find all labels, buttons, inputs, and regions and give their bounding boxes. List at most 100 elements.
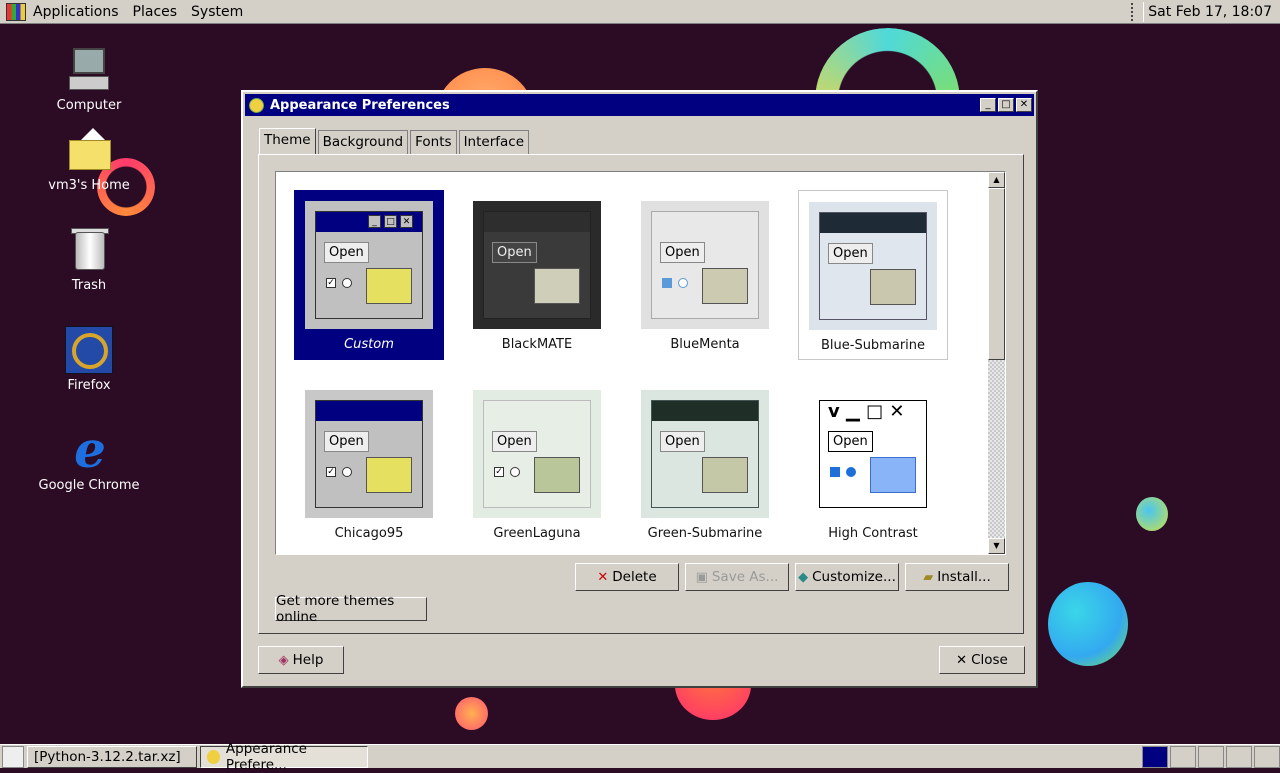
install-button[interactable]: ▰ Install... <box>905 563 1009 591</box>
workspace-4[interactable] <box>1226 745 1252 768</box>
close-window-button[interactable]: ✕ <box>1016 98 1032 112</box>
clock[interactable]: Sat Feb 17, 18:07 <box>1143 1 1280 22</box>
theme-preview: Open ✓ <box>305 390 433 518</box>
save-icon: ▣ <box>695 569 708 585</box>
window-titlebar[interactable]: Appearance Preferences _ □ ✕ <box>245 94 1034 116</box>
taskbar-item-appearance[interactable]: Appearance Prefere... <box>200 741 368 773</box>
panel-separator <box>1131 2 1137 21</box>
menu-places[interactable]: Places <box>126 4 185 20</box>
help-label: Help <box>292 652 324 668</box>
desktop-icon-label: Trash <box>71 278 107 293</box>
delete-label: Delete <box>612 569 657 585</box>
desktop-icon-label: vm3's Home <box>48 178 130 193</box>
tab-background[interactable]: Background <box>317 130 409 154</box>
applications-menu-icon[interactable] <box>6 2 26 21</box>
close-button[interactable]: ✕ Close <box>939 646 1025 674</box>
appearance-icon <box>207 749 220 764</box>
theme-name: BlackMATE <box>501 337 573 352</box>
theme-item-blue-submarine[interactable]: Open Blue-Submarine <box>798 190 948 360</box>
desktop-icon-computer[interactable]: Computer <box>29 46 149 113</box>
help-book-icon: ◈ <box>278 652 289 668</box>
theme-preview: Open <box>641 390 769 518</box>
theme-item-high-contrast[interactable]: v ▁ □ ✕ Open High Contrast <box>798 379 948 549</box>
wallpaper-blue-circle <box>1048 582 1128 666</box>
preview-open-label: Open <box>660 431 705 452</box>
theme-item-custom[interactable]: _ □ ✕ Open ✓ Custom <box>294 190 444 360</box>
theme-item-bluementa[interactable]: Open BlueMenta <box>630 190 780 360</box>
preview-open-label: Open <box>828 243 873 264</box>
theme-preview: Open <box>641 201 769 329</box>
theme-item-chicago95[interactable]: Open ✓ Chicago95 <box>294 379 444 549</box>
theme-name: Chicago95 <box>334 526 404 541</box>
theme-item-greenlaguna[interactable]: Open ✓ GreenLaguna <box>462 379 612 549</box>
tab-fonts[interactable]: Fonts <box>410 130 457 154</box>
scroll-thumb[interactable] <box>988 188 1005 360</box>
theme-preview: _ □ ✕ Open ✓ <box>305 201 433 329</box>
theme-name: Blue-Submarine <box>820 338 926 353</box>
customize-icon: ◆ <box>798 569 809 585</box>
appearance-preferences-window: Appearance Preferences _ □ ✕ Theme Backg… <box>241 90 1038 688</box>
preview-open-label: Open <box>492 242 537 263</box>
scroll-down-button[interactable]: ▼ <box>988 538 1005 554</box>
tab-bar: Theme Background Fonts Interface <box>259 128 531 154</box>
theme-grid: _ □ ✕ Open ✓ Custom Open BlackMATE Open … <box>275 171 1006 555</box>
save-as-label: Save As... <box>711 569 779 585</box>
theme-item-blackmate[interactable]: Open BlackMATE <box>462 190 612 360</box>
workspace-1[interactable] <box>1142 745 1168 768</box>
scroll-up-button[interactable]: ▲ <box>988 172 1005 188</box>
get-more-themes-button[interactable]: Get more themes online <box>275 593 427 625</box>
theme-panel: _ □ ✕ Open ✓ Custom Open BlackMATE Open … <box>258 154 1024 634</box>
close-label: Close <box>971 652 1008 668</box>
workspace-5[interactable] <box>1254 745 1280 768</box>
desktop-icon-chrome[interactable]: e Google Chrome <box>29 425 149 494</box>
theme-preview: Open <box>809 202 937 330</box>
folder-open-icon: ▰ <box>923 569 934 585</box>
preview-open-label: Open <box>828 431 873 452</box>
install-label: Install... <box>937 569 991 585</box>
preview-open-label: Open <box>660 242 705 263</box>
close-icon: ✕ <box>956 652 968 668</box>
theme-item-green-submarine[interactable]: Open Green-Submarine <box>630 379 780 549</box>
desktop-icon-label: Firefox <box>67 378 111 393</box>
show-desktop-icon[interactable] <box>2 745 24 768</box>
desktop-icon-label: Computer <box>56 98 122 113</box>
theme-name: GreenLaguna <box>493 526 581 541</box>
workspace-2[interactable] <box>1170 745 1196 768</box>
desktop-icon-home[interactable]: vm3's Home <box>29 126 149 193</box>
maximize-button[interactable]: □ <box>998 98 1014 112</box>
theme-preview: Open <box>473 201 601 329</box>
customize-button[interactable]: ◆ Customize... <box>795 563 899 591</box>
trash-icon <box>65 226 113 274</box>
window-title: Appearance Preferences <box>270 97 450 113</box>
preview-open-label: Open <box>492 431 537 452</box>
taskbar-item-python-archive[interactable]: [Python-3.12.2.tar.xz] <box>27 745 197 768</box>
computer-icon <box>65 46 113 94</box>
workspace-switcher <box>1140 745 1280 768</box>
desktop-icon-label: Google Chrome <box>38 478 140 493</box>
desktop-icon-trash[interactable]: Trash <box>29 226 149 293</box>
preview-open-label: Open <box>324 431 369 452</box>
bottom-panel: [Python-3.12.2.tar.xz] Appearance Prefer… <box>0 741 1280 773</box>
workspace-3[interactable] <box>1198 745 1224 768</box>
help-button[interactable]: ◈ Help <box>258 646 344 674</box>
delete-button[interactable]: ✕ Delete <box>575 563 679 591</box>
save-as-button[interactable]: ▣ Save As... <box>685 563 789 591</box>
theme-name: High Contrast <box>828 526 918 541</box>
top-panel: Applications Places System Sat Feb 17, 1… <box>0 0 1280 24</box>
home-folder-icon <box>65 126 113 174</box>
minimize-button[interactable]: _ <box>980 98 996 112</box>
preview-open-label: Open <box>324 242 369 263</box>
firefox-icon <box>65 326 113 374</box>
get-more-themes-label: Get more themes online <box>276 593 395 625</box>
customize-label: Customize... <box>812 569 896 585</box>
tab-theme[interactable]: Theme <box>259 128 316 154</box>
tab-interface[interactable]: Interface <box>458 130 530 154</box>
wallpaper-small-circle <box>1136 497 1168 531</box>
desktop-icon-firefox[interactable]: Firefox <box>29 326 149 393</box>
wallpaper-dot <box>455 697 488 730</box>
menu-system[interactable]: System <box>184 4 250 20</box>
theme-name: BlueMenta <box>670 337 740 352</box>
theme-name: Custom <box>344 337 394 352</box>
menu-applications[interactable]: Applications <box>26 4 126 20</box>
theme-grid-scrollbar[interactable]: ▲ ▼ <box>988 172 1005 554</box>
